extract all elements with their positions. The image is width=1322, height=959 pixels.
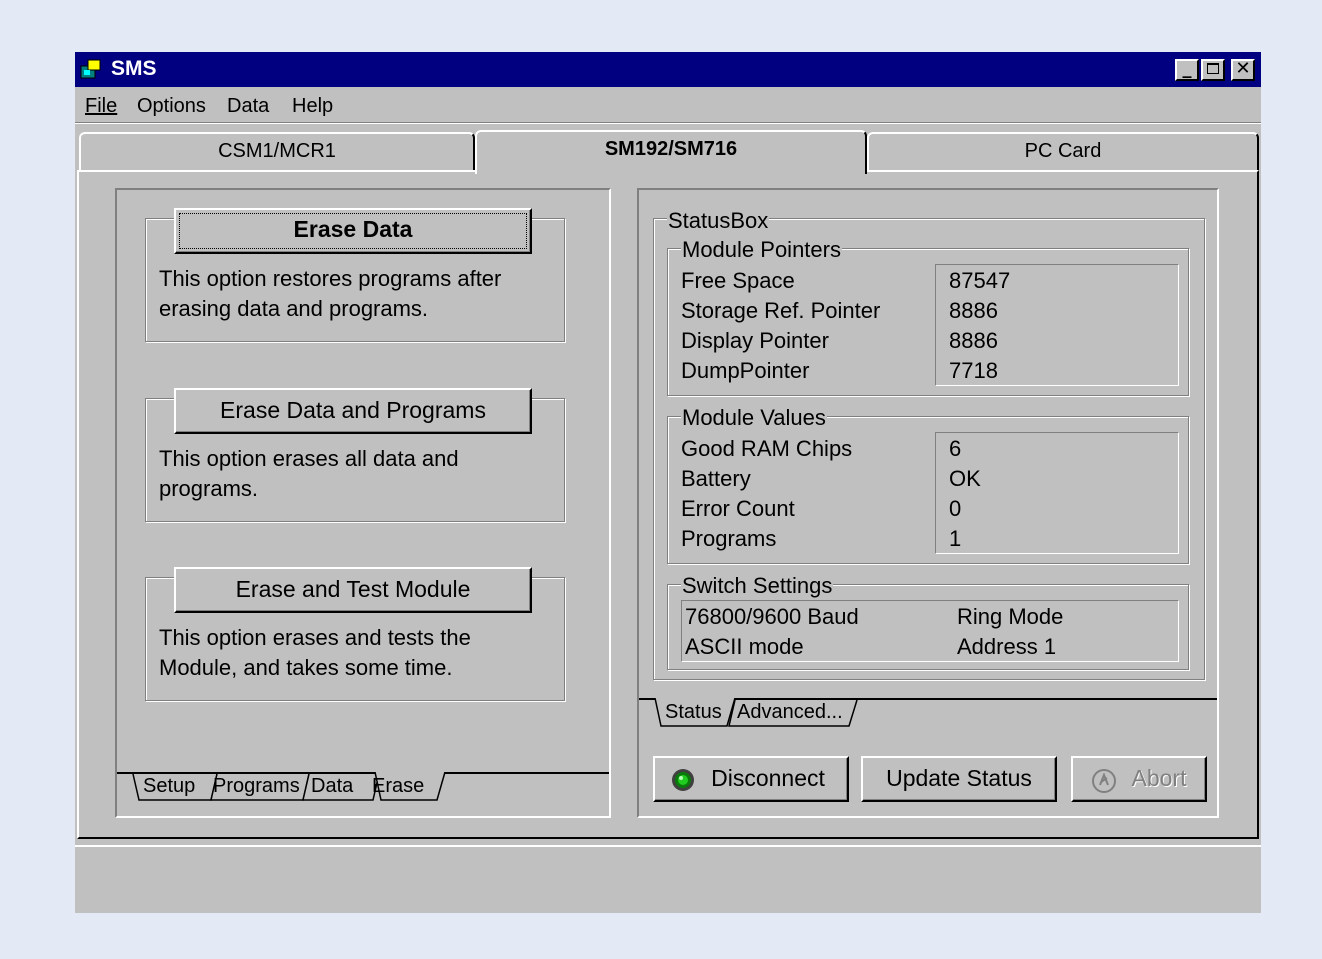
programs-value: 1 <box>949 526 962 551</box>
error-count-label: Error Count <box>681 496 795 521</box>
sms-window: SMS _ ✕ File Options Data Help CSM1/MCR1… <box>75 52 1261 913</box>
menu-help[interactable]: Help <box>292 95 333 118</box>
abort-button-label: Abort <box>1131 765 1187 791</box>
good-ram-chips-value: 6 <box>949 436 962 461</box>
erase-data-programs-button-label: Erase Data and Programs <box>220 397 486 423</box>
erase-test-desc-line2: Module, and takes some time. <box>159 655 453 680</box>
disconnect-button-label: Disconnect <box>711 765 825 791</box>
update-status-button-label: Update Status <box>886 765 1032 791</box>
menu-file[interactable]: File <box>85 95 117 118</box>
tab-pc-card-label: PC Card <box>1024 140 1102 162</box>
tab-sm192-sm716-label: SM192/SM716 <box>604 138 738 160</box>
maximize-icon <box>1207 63 1219 74</box>
close-button[interactable]: ✕ <box>1231 59 1255 81</box>
menu-help-label: Help <box>292 95 334 117</box>
battery-label: Battery <box>681 466 751 491</box>
left-tab-programs[interactable]: Programs <box>213 775 300 798</box>
switch-settings-legend: Switch Settings <box>681 573 834 598</box>
erase-test-desc-line1: This option erases and tests the <box>159 625 471 650</box>
menu-data-label: Data <box>227 95 270 117</box>
module-values-legend: Module Values <box>681 405 827 430</box>
minimize-icon: _ <box>1182 58 1192 79</box>
menu-data[interactable]: Data <box>227 95 269 118</box>
tab-csm1-mcr1-label: CSM1/MCR1 <box>218 140 336 162</box>
module-pointers-legend: Module Pointers <box>681 237 842 262</box>
erase-data-desc-line2: erasing data and programs. <box>159 296 429 321</box>
abort-button[interactable]: Abort <box>1071 756 1207 802</box>
menu-bar: File Options Data Help <box>75 88 1261 122</box>
right-tab-advanced[interactable]: Advanced... <box>737 701 843 724</box>
error-count-value: 0 <box>949 496 962 521</box>
erase-panel: Erase Data This option restores programs… <box>115 188 611 818</box>
disconnect-button[interactable]: Disconnect <box>653 756 849 802</box>
ring-mode-label: Ring Mode <box>957 604 1064 629</box>
erase-data-programs-description: This option erases all data and programs. <box>159 444 459 504</box>
display-pointer-label: Display Pointer <box>681 328 829 353</box>
erase-data-button-label: Erase Data <box>293 216 413 242</box>
menu-divider <box>75 122 1261 124</box>
dump-pointer-value: 7718 <box>949 358 998 383</box>
display-pointer-value: 8886 <box>949 328 998 353</box>
erase-data-button[interactable]: Erase Data <box>174 208 532 254</box>
dump-pointer-label: DumpPointer <box>681 358 810 383</box>
erase-test-module-button-label: Erase and Test Module <box>235 576 471 602</box>
menu-file-label: File <box>85 95 118 117</box>
storage-ref-pointer-label: Storage Ref. Pointer <box>681 298 881 323</box>
erase-data-desc-line1: This option restores programs after <box>159 266 502 291</box>
update-status-button[interactable]: Update Status <box>861 756 1057 802</box>
minimize-button[interactable]: _ <box>1175 59 1199 81</box>
menu-options-label: Options <box>137 95 206 117</box>
erase-test-description: This option erases and tests the Module, … <box>159 623 471 683</box>
status-bar <box>75 845 1261 913</box>
free-space-value: 87547 <box>949 268 1011 293</box>
tab-content-panel: Erase Data This option restores programs… <box>77 170 1259 839</box>
connection-led-icon <box>672 769 694 791</box>
tab-pc-card[interactable]: PC Card <box>867 132 1259 170</box>
good-ram-chips-label: Good RAM Chips <box>681 436 853 461</box>
window-title: SMS <box>111 57 157 80</box>
erase-data-programs-desc-line1: This option erases all data and <box>159 446 459 471</box>
erase-data-description: This option restores programs after erasi… <box>159 264 501 324</box>
app-icon <box>80 59 101 79</box>
left-tab-setup[interactable]: Setup <box>143 775 195 798</box>
erase-data-programs-desc-line2: programs. <box>159 476 259 501</box>
free-space-label: Free Space <box>681 268 795 293</box>
left-tab-erase[interactable]: Erase <box>372 775 424 798</box>
address-label: Address 1 <box>957 634 1057 659</box>
erase-test-module-button[interactable]: Erase and Test Module <box>174 567 532 613</box>
tab-sm192-sm716[interactable]: SM192/SM716 <box>475 130 867 174</box>
left-tab-data[interactable]: Data <box>311 775 353 798</box>
status-panel: StatusBox Module Pointers Free Space 875… <box>637 188 1219 818</box>
battery-value: OK <box>949 466 981 491</box>
ascii-mode-label: ASCII mode <box>685 634 804 659</box>
menu-options[interactable]: Options <box>137 95 206 118</box>
title-bar[interactable]: SMS _ ✕ <box>75 52 1261 87</box>
tab-csm1-mcr1[interactable]: CSM1/MCR1 <box>79 132 475 170</box>
programs-label: Programs <box>681 526 777 551</box>
storage-ref-pointer-value: 8886 <box>949 298 998 323</box>
abort-icon <box>1092 769 1116 793</box>
right-tab-status[interactable]: Status <box>665 701 722 724</box>
statusbox-legend: StatusBox <box>667 208 770 233</box>
close-icon: ✕ <box>1235 58 1251 79</box>
erase-data-programs-button[interactable]: Erase Data and Programs <box>174 388 532 434</box>
baud-label: 76800/9600 Baud <box>685 604 859 629</box>
maximize-button[interactable] <box>1201 59 1225 81</box>
